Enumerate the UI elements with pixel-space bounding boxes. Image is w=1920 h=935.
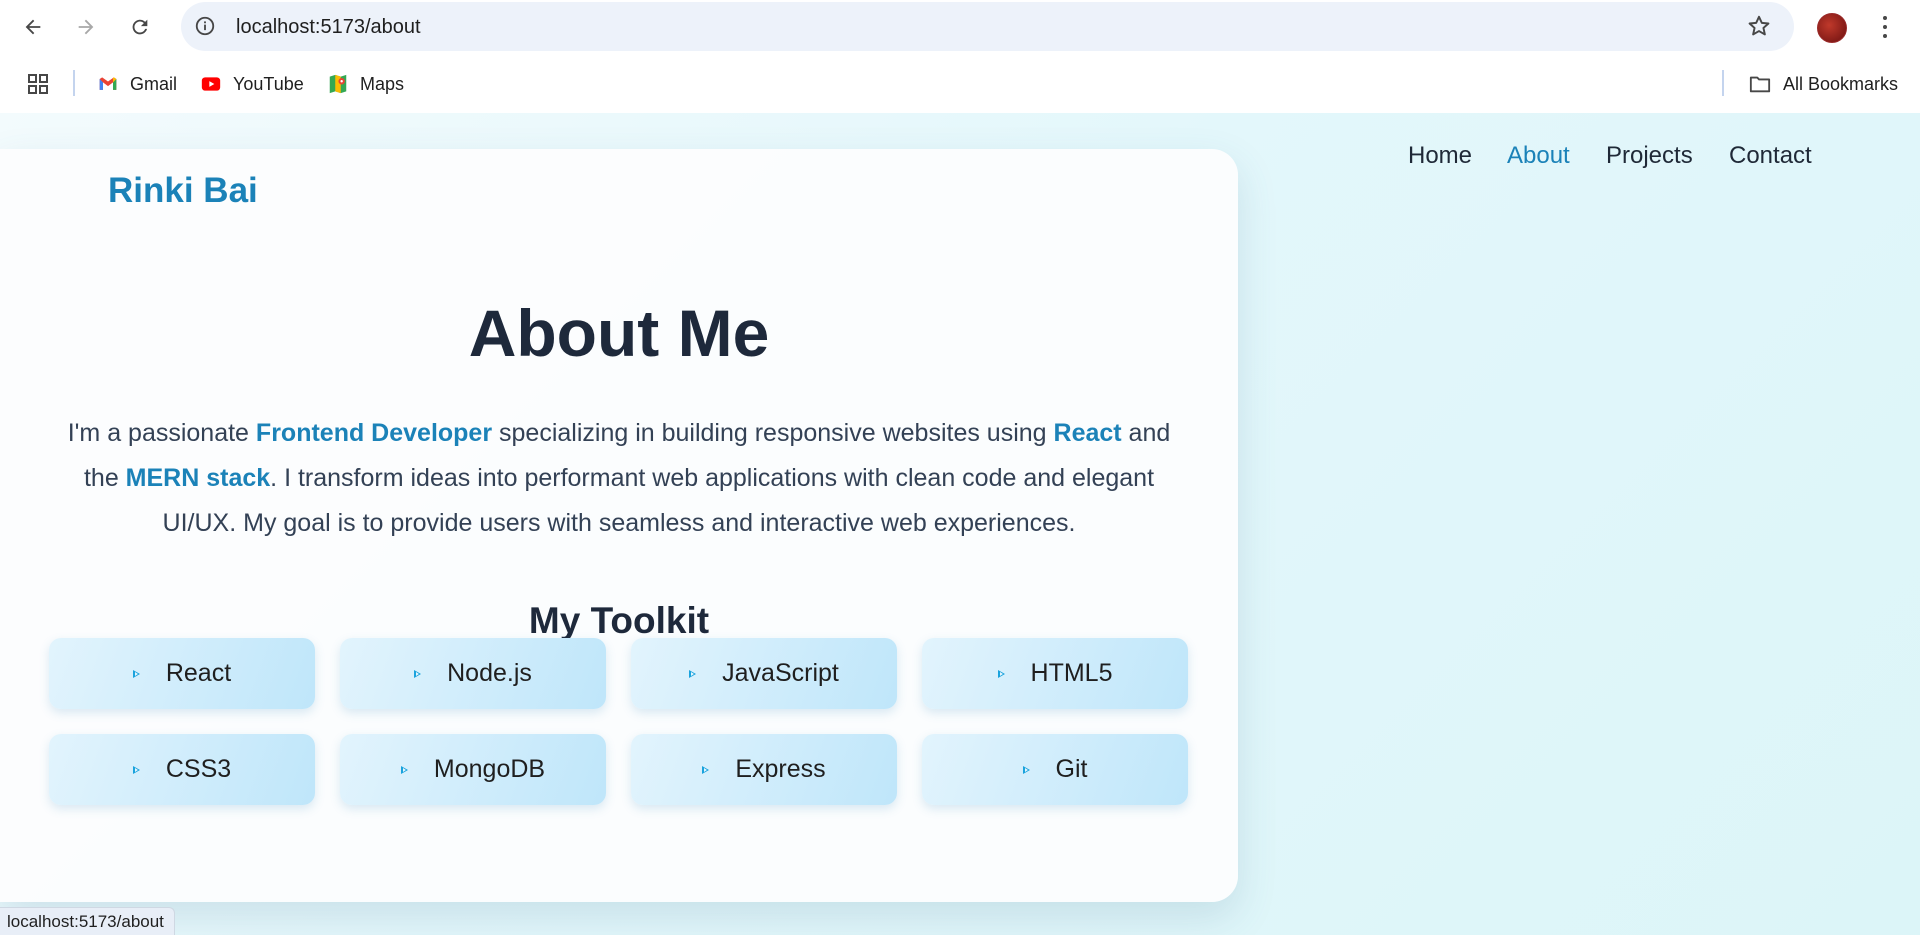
maps-icon	[329, 74, 347, 94]
page-content: Rinki Bai About Me I'm a passionate Fron…	[0, 113, 1920, 935]
nav-contact[interactable]: Contact	[1729, 142, 1812, 170]
arrow-right-icon	[78, 19, 94, 35]
address-bar[interactable]: localhost:5173/about	[181, 2, 1794, 51]
browser-menu-button[interactable]	[1875, 13, 1895, 41]
toolkit-chip-html5: HTML5	[922, 638, 1188, 709]
triangle-play-icon	[132, 669, 140, 678]
bookmark-youtube[interactable]: YouTube	[199, 70, 304, 98]
triangle-play-icon	[414, 669, 422, 678]
highlight-mern: MERN stack	[125, 464, 271, 492]
reload-button[interactable]	[122, 9, 158, 45]
nav-about[interactable]: About	[1507, 142, 1570, 170]
toolkit-chip-css3: CSS3	[49, 734, 315, 805]
triangle-play-icon	[997, 669, 1005, 678]
bookmarks-divider	[73, 70, 75, 96]
info-icon[interactable]	[193, 14, 217, 38]
bookmark-gmail[interactable]: Gmail	[96, 70, 177, 98]
nav-home[interactable]: Home	[1408, 142, 1472, 170]
folder-icon	[1749, 76, 1771, 93]
page-title: About Me	[468, 296, 770, 370]
about-card: Rinki Bai About Me I'm a passionate Fron…	[0, 149, 1238, 902]
triangle-play-icon	[702, 765, 710, 774]
site-logo[interactable]: Rinki Bai	[108, 171, 258, 211]
bookmarks-bar: Gmail YouTube Maps All Bookmarks	[0, 54, 1920, 113]
toolkit-chip-react: React	[49, 638, 315, 709]
bookmark-label: YouTube	[233, 73, 304, 94]
forward-button[interactable]	[68, 9, 104, 45]
reload-icon	[132, 19, 148, 35]
status-bar-url: localhost:5173/about	[0, 907, 175, 935]
back-button[interactable]	[15, 9, 51, 45]
bookmark-label: Gmail	[130, 73, 178, 94]
triangle-play-icon	[400, 765, 408, 774]
triangle-play-icon	[1022, 765, 1030, 774]
bookmark-label: Maps	[360, 73, 405, 94]
nav-projects[interactable]: Projects	[1606, 142, 1693, 170]
apps-grid-icon	[28, 74, 48, 94]
toolkit-chip-git: Git	[922, 734, 1188, 805]
highlight-react: React	[1053, 419, 1122, 447]
youtube-icon	[201, 77, 221, 91]
all-bookmarks-label: All Bookmarks	[1783, 73, 1899, 94]
all-bookmarks-button[interactable]: All Bookmarks	[1747, 70, 1898, 98]
apps-button[interactable]	[26, 70, 50, 98]
triangle-play-icon	[689, 669, 697, 678]
toolkit-chip-mongodb: MongoDB	[340, 734, 606, 805]
profile-avatar[interactable]	[1817, 13, 1847, 43]
highlight-role: Frontend Developer	[255, 419, 493, 447]
browser-toolbar: localhost:5173/about	[0, 0, 1920, 54]
toolkit-title: My Toolkit	[528, 600, 710, 641]
bookmarks-divider	[1722, 70, 1724, 96]
toolkit-chip-nodejs: Node.js	[340, 638, 606, 709]
about-intro: I'm a passionate Frontend Developer spec…	[67, 419, 1171, 537]
toolkit-chip-javascript: JavaScript	[631, 638, 897, 709]
triangle-play-icon	[132, 765, 140, 774]
toolkit-chip-express: Express	[631, 734, 897, 805]
url-text[interactable]: localhost:5173/about	[236, 16, 421, 39]
arrow-left-icon	[25, 19, 41, 35]
bookmark-maps[interactable]: Maps	[326, 70, 404, 98]
star-icon[interactable]	[1746, 13, 1772, 39]
gmail-icon	[99, 77, 117, 90]
